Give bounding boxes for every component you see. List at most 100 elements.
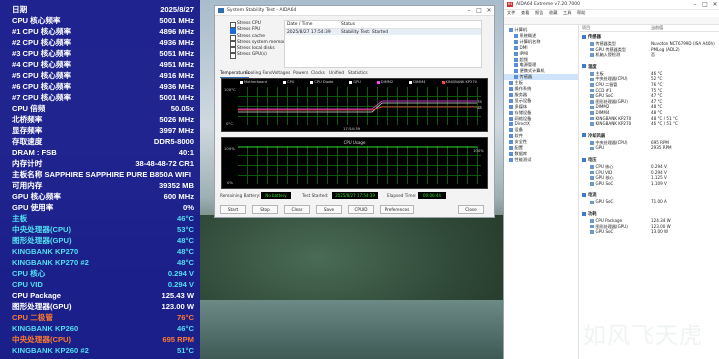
preferences-button[interactable]: Preferences [380,205,414,214]
close-window-button[interactable]: ✕ [484,6,494,15]
clear-button[interactable]: Clear [284,205,310,214]
menu-item[interactable]: 文件 [507,10,515,16]
col-item: 项目 [582,25,591,30]
stress-option[interactable]: Stress GPU(s) [230,52,288,60]
sensor-row[interactable]: 图形处理器(GPU) 123.00 W [590,224,719,229]
sensor-icon [590,53,594,57]
sensor-row[interactable]: KINGBANK KP270 46 °C / 51 °C [590,121,719,126]
tab-cooling-fans[interactable]: Cooling Fans [245,70,272,77]
osd-row: #6 CPU 核心频率 4936 MHz [8,81,194,92]
osd-label: 可用内存 [12,181,43,190]
sensor-icon [590,182,594,186]
menu-item[interactable]: 查看 [521,10,529,16]
sensor-value: 123.00 W [651,223,671,229]
sensor-row[interactable]: CPU 核心 0.294 V [590,164,719,169]
tree-icon [509,116,513,121]
tree-item[interactable]: 显示设备 [504,98,578,104]
osd-value: 53°C [177,225,194,234]
sensor-row[interactable]: DIMM2 48 °C [590,104,719,109]
sensor-row[interactable]: CPU 二极管 76 °C [590,82,719,87]
sensor-row[interactable]: CCD #1 75 °C [590,88,719,93]
sensor-row[interactable]: 中央处理器(CPU) 52 °C [590,76,719,81]
tree-item[interactable]: 配置 [504,145,578,151]
sensor-row[interactable]: GPU 2935 RPM [590,145,719,150]
table-row[interactable]: 2025/8/27 17:54:39 Stability Test: Start… [285,29,481,35]
battery-value: No battery [261,192,291,199]
menu-item[interactable]: 收藏 [549,10,557,16]
tree-label: 数据库 [514,150,528,156]
maximize-button[interactable]: □ [474,6,484,15]
osd-row: 内存计时 38-48-48-72 CR1 [8,158,194,169]
sensor-row[interactable]: DIMM4 48 °C [590,110,719,115]
stop-button[interactable]: Stop [252,205,278,214]
tree-item[interactable]: 性能测试 [504,157,578,163]
menu-item[interactable]: 报告 [535,10,543,16]
osd-label: 图形处理器(GPU) [12,236,72,245]
sensor-row[interactable]: GPU 核心 1.125 V [590,175,719,180]
sensor-row[interactable]: 中央处理器(CPU) 695 RPM [590,140,719,145]
sensor-value: 否 [651,52,656,58]
sensor-row[interactable]: 传感器类型 Nuvoton NCT6799D (ISA A40h) [590,41,719,46]
tab-clocks[interactable]: Clocks [311,70,325,77]
close-button[interactable]: Close [458,205,484,214]
watermark-text: 如风飞天虎 [583,323,703,349]
sensor-row[interactable]: CPU Package 124.34 W [590,218,719,223]
tree-item[interactable]: 存储设备 [504,110,578,116]
tree-item[interactable]: 网络设备 [504,116,578,122]
tree-item[interactable]: 便携式计算机 [504,68,578,74]
sensor-label: CCD #1 [595,87,612,93]
stability-buttons: Start Stop Clear Save CPUID Preferences Close [220,205,488,214]
tree-item[interactable]: DMI [504,45,578,51]
cpuid-button[interactable]: CPUID [348,205,374,214]
tree-item[interactable]: 系统概述 [504,33,578,39]
tree-item[interactable]: 多媒体 [504,104,578,110]
sensor-row[interactable]: GPU SoC 47 °C [590,93,719,98]
tree-label: 服务器 [514,91,528,97]
osd-row: CPU Package 125.43 W [8,290,194,301]
osd-row: 主板 46°C [8,213,194,224]
aida-close-button[interactable]: ✕ [710,0,719,9]
tab-unified[interactable]: Unified [329,70,344,77]
tree-item[interactable]: 超频 [504,57,578,63]
checkbox[interactable] [230,53,236,60]
sensor-row[interactable]: GPU SoC 13.00 W [590,229,719,234]
sensor-row[interactable]: GPU SoC 1.109 V [590,181,719,186]
tree-item[interactable]: 计算机名称 [504,39,578,45]
tree-item[interactable]: 安全性 [504,139,578,145]
tree-item[interactable]: 操作系统 [504,86,578,92]
tree-icon [509,151,513,156]
menu-item[interactable]: 工具 [563,10,571,16]
osd-value: 695 RPM [162,335,194,344]
aida-minimize-button[interactable]: – [690,0,700,9]
temp-value-2: 48 [477,105,482,110]
tab-voltages[interactable]: Voltages [272,70,290,77]
tab-powers[interactable]: Powers [293,70,308,77]
sensor-row[interactable]: 图形处理器(GPU) 47 °C [590,99,719,104]
tab-statistics[interactable]: Statistics [348,70,368,77]
aida-maximize-button[interactable]: □ [700,0,710,9]
osd-value: 48°C [177,236,194,245]
start-button[interactable]: Start [220,205,246,214]
row-status: Stability Test: Started [341,30,389,35]
osd-row: GPU 使用率 0% [8,202,194,213]
osd-value: 123.00 W [161,302,194,311]
sensor-label: 传感器类型 [595,41,616,46]
tree-item[interactable]: IPMI [504,51,578,57]
tree-item[interactable]: 服务器 [504,92,578,98]
sensor-icon [590,116,594,121]
sensor-row[interactable]: 机箱入侵检测 否 [590,52,719,57]
osd-row: 中央处理器(CPU) 695 RPM [8,334,194,345]
osd-label: KINGBANK KP260 #2 [12,346,89,355]
tree-item[interactable]: 数据库 [504,151,578,157]
tree-item[interactable]: 计算机 [504,27,578,33]
stability-window-title: System Stability Test - AIDA64 [227,8,297,13]
menu-item[interactable]: 帮助 [577,10,585,16]
save-button[interactable]: Save [316,205,342,214]
section-icon [582,34,586,39]
tree-item[interactable]: 主板 [504,80,578,86]
sensor-row[interactable]: KINGBANK KP270 48 °C / 51 °C [590,116,719,121]
osd-row: #1 CPU 核心频率 4896 MHz [8,26,194,37]
sensor-row[interactable]: GPU SoC 71.00 A [590,199,719,204]
elapsed-time-label: Elapsed Time: [387,193,417,198]
minimize-button[interactable]: – [464,6,474,15]
